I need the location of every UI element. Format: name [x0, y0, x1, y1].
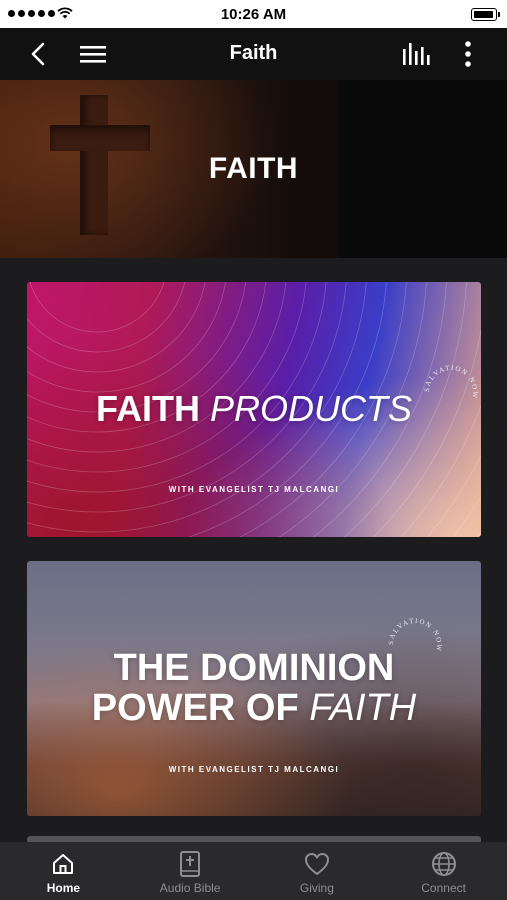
card-title: FAITH PRODUCTS [95, 388, 413, 429]
tab-audio-bible[interactable]: Audio Bible [127, 842, 254, 900]
hero-title: FAITH [208, 152, 299, 185]
heart-icon [304, 853, 329, 875]
status-time: 10:26 AM [220, 6, 287, 23]
card-subtitle: WITH EVANGELIST TJ MALCANGI [168, 765, 340, 774]
tab-label: Connect [421, 881, 466, 895]
tab-giving[interactable]: Giving [254, 842, 381, 900]
more-options-button[interactable] [452, 28, 484, 80]
svg-text:SALVATION NOW: SALVATION NOW [387, 617, 443, 653]
home-icon [53, 854, 74, 874]
tab-label: Giving [299, 881, 334, 895]
equalizer-icon [403, 43, 430, 65]
card-subtitle: WITH EVANGELIST TJ MALCANGI [168, 485, 340, 494]
bible-icon [180, 851, 201, 877]
svg-text:SALVATION NOW: SALVATION NOW [423, 364, 479, 400]
hero-banner: FAITH [0, 80, 507, 258]
tab-label: Audio Bible [159, 881, 221, 895]
nav-bar: Faith [0, 28, 507, 80]
tab-connect[interactable]: Connect [380, 842, 507, 900]
series-card-faith-products[interactable]: FAITH PRODUCTS WITH EVANGELIST TJ MALCAN… [27, 282, 481, 537]
audio-player-button[interactable] [396, 28, 436, 80]
status-bar: 10:26 AM [0, 0, 507, 28]
battery-icon [471, 8, 500, 21]
tab-home[interactable]: Home [0, 842, 127, 900]
salvation-now-seal: SALVATION NOW [387, 617, 443, 653]
more-vertical-icon [465, 41, 471, 67]
globe-icon [431, 852, 456, 876]
salvation-now-seal: SALVATION NOW [423, 364, 479, 400]
tab-label: Home [46, 881, 81, 895]
tab-bar: Home Audio Bible Giving Connect [0, 842, 507, 900]
series-card-dominion-power[interactable]: THE DOMINION POWER OF FAITH WITH EVANGEL… [27, 561, 481, 816]
